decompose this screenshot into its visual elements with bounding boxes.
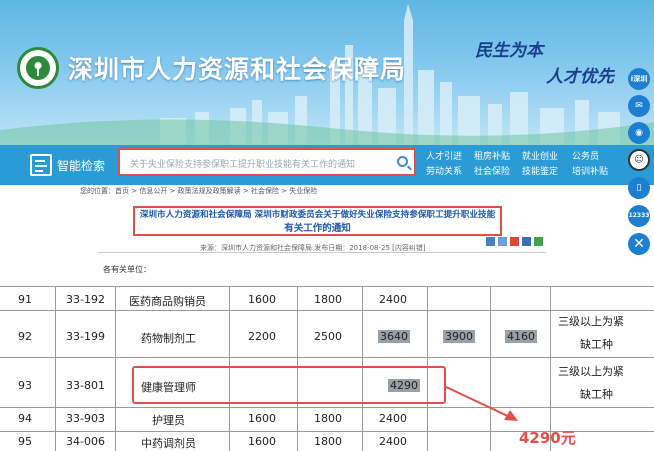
cell-value-2: 2500 (314, 330, 342, 343)
cell-value-2: 1800 (314, 412, 342, 425)
cell-code: 33-801 (66, 379, 105, 392)
article-title-line-2: 有关工作的通知 (284, 223, 351, 234)
cell-value-2: 1800 (314, 435, 342, 448)
cell-value-5: 4160 (505, 330, 537, 343)
cell-occupation: 药物制剂工 (141, 332, 196, 345)
quick-links-col-2: 租房补贴 社会保险 (474, 150, 510, 180)
search-icon[interactable] (397, 156, 408, 167)
cell-note-line-2: 缺工种 (580, 388, 613, 401)
share-qzone-icon[interactable] (486, 237, 495, 246)
share-icons (486, 237, 546, 247)
cell-no: 94 (18, 412, 32, 425)
quick-links-col-4: 公务员 培训补贴 (572, 150, 608, 180)
slogan-people: 民生为本 (475, 41, 543, 61)
site-logo[interactable] (17, 47, 59, 89)
cell-occupation: 护理员 (152, 414, 185, 427)
site-title: 深圳市人力资源和社会保障局 (68, 55, 407, 84)
cell-no: 93 (18, 379, 32, 392)
cell-value-3: 2400 (379, 293, 407, 306)
site-banner: 深圳市人力资源和社会保障局 民生为本 人才优先 (0, 0, 654, 145)
cell-no: 92 (18, 330, 32, 343)
weibo-icon[interactable]: ◉ (628, 122, 650, 144)
quick-links-col-1: 人才引进 劳动关系 (426, 150, 462, 180)
slogan-talent: 人才优先 (546, 67, 614, 87)
cell-value-3: 2400 (379, 435, 407, 448)
cell-value-3: 3640 (378, 330, 410, 343)
cell-value-1: 1600 (248, 435, 276, 448)
article-divider (98, 252, 546, 253)
wechat-icon[interactable]: ✉ (628, 95, 650, 117)
quick-links-col-3: 就业创业 技能鉴定 (522, 150, 558, 180)
quick-link-skill[interactable]: 技能鉴定 (522, 165, 558, 180)
highlight-box-row-93 (132, 366, 446, 404)
cell-value-4: 3900 (443, 330, 475, 343)
salary-callout: 4290元 (519, 429, 576, 447)
cell-code: 33-903 (66, 412, 105, 425)
cell-value-1: 1600 (248, 293, 276, 306)
share-weibo-icon[interactable] (510, 237, 519, 246)
quick-link-insurance[interactable]: 社会保险 (474, 165, 510, 180)
share-renren-icon[interactable] (522, 237, 531, 246)
service-icon[interactable]: ☺ (628, 149, 650, 171)
cell-value-1: 1600 (248, 412, 276, 425)
close-icon[interactable]: ✕ (628, 233, 650, 255)
hotline-button[interactable]: 12333 (628, 205, 650, 227)
ishenzhen-button[interactable]: i深圳 (628, 68, 650, 90)
quick-link-rent[interactable]: 租房补贴 (474, 150, 510, 165)
cell-note-line-2: 缺工种 (580, 338, 613, 351)
cell-value-2: 1800 (314, 293, 342, 306)
search-label: 智能检索 (57, 159, 106, 173)
share-qq-icon[interactable] (498, 237, 507, 246)
cell-occupation: 医药商品购销员 (129, 295, 206, 308)
quick-link-labor[interactable]: 劳动关系 (426, 165, 462, 180)
cell-value-3: 2400 (379, 412, 407, 425)
breadcrumb: 您的位置：首页 > 信息公开 > 政策法规及政策解读 > 社会保险 > 失业保险 (80, 187, 318, 195)
cell-code: 33-199 (66, 330, 105, 343)
document-search-icon (30, 154, 52, 176)
article-title-line-1: 深圳市人力资源和社会保障局 深圳市财政委员会关于做好失业保险支持参保职工提升职业… (139, 210, 496, 220)
quick-link-training[interactable]: 培训补贴 (572, 165, 608, 180)
article-title: 深圳市人力资源和社会保障局 深圳市财政委员会关于做好失业保险支持参保职工提升职业… (133, 206, 502, 236)
cell-value-1: 2200 (248, 330, 276, 343)
cell-note-line-1: 三级以上为紧 (558, 315, 624, 328)
article-addressee: 各有关单位： (103, 265, 151, 274)
cell-no: 91 (18, 293, 32, 306)
cell-occupation: 中药调剂员 (141, 437, 196, 450)
search-input[interactable]: 关于失业保险支持参保职工提升职业技能有关工作的通知 (118, 148, 416, 176)
quick-link-civil-servant[interactable]: 公务员 (572, 150, 608, 165)
search-input-text: 关于失业保险支持参保职工提升职业技能有关工作的通知 (130, 160, 356, 170)
share-wechat-icon[interactable] (534, 237, 543, 246)
quick-link-talent[interactable]: 人才引进 (426, 150, 462, 165)
mobile-icon[interactable]: ▯ (628, 177, 650, 199)
cell-note-line-1: 三级以上为紧 (558, 365, 624, 378)
cell-code: 34-006 (66, 435, 105, 448)
red-arrow-graphic (443, 385, 518, 421)
screenshot: 深圳市人力资源和社会保障局 民生为本 人才优先 智能检索 关于失业保险支持参保职… (0, 0, 654, 451)
quick-link-employment[interactable]: 就业创业 (522, 150, 558, 165)
cell-no: 95 (18, 435, 32, 448)
cell-code: 33-192 (66, 293, 105, 306)
